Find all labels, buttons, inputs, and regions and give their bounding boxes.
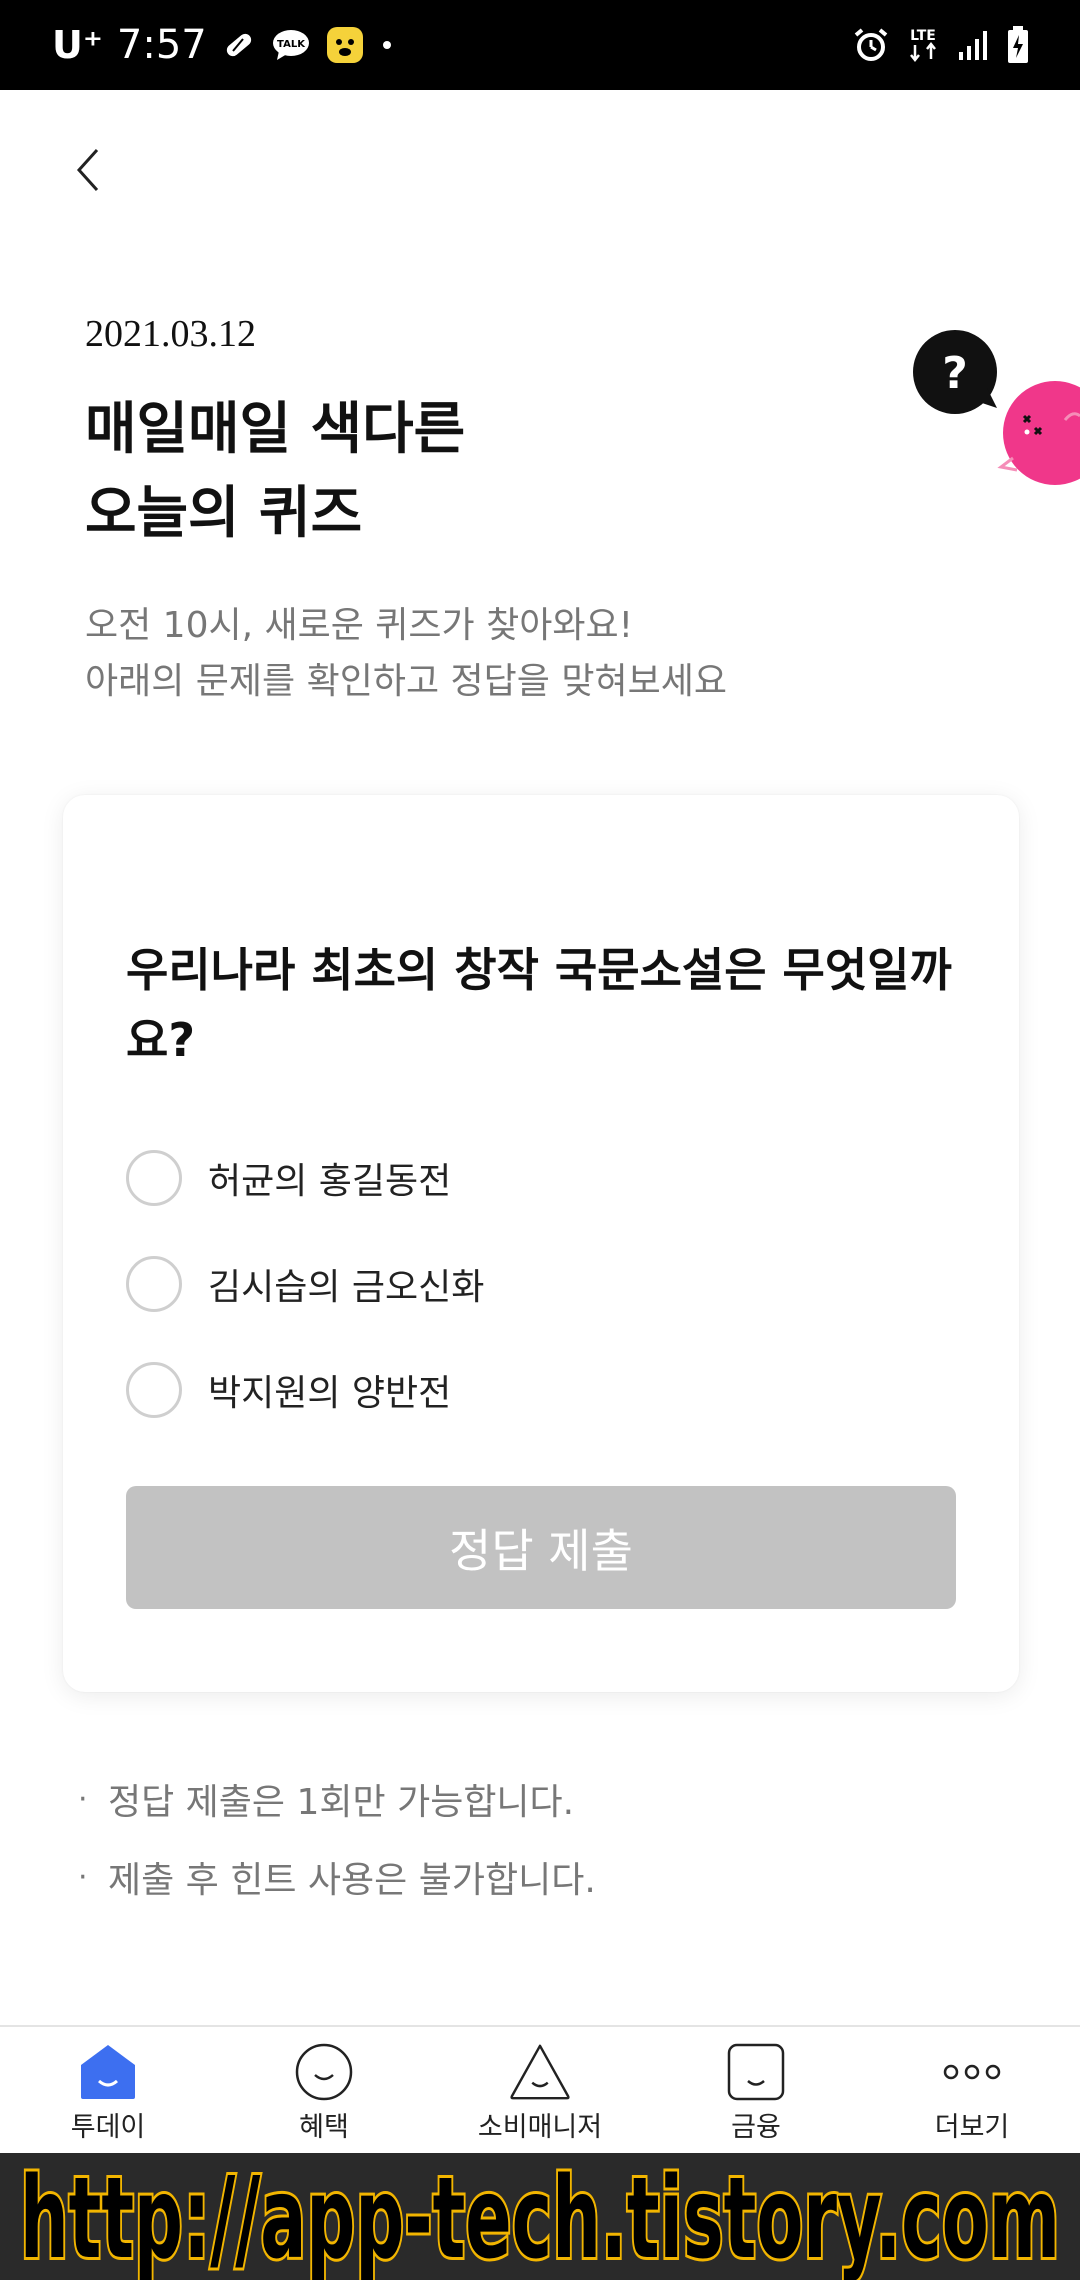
- page-title: 매일매일 색다른 오늘의 퀴즈: [85, 388, 465, 556]
- option-label: 허균의 홍길동전: [208, 1161, 452, 1202]
- nav-item-more[interactable]: 더보기: [864, 2027, 1080, 2155]
- status-bar: U⁺ 7:57 TALK LTE: [0, 0, 1080, 90]
- nav-item-spending-manager[interactable]: 소비매니저: [432, 2027, 648, 2155]
- mascot-illustration: ?: [905, 320, 1080, 500]
- notice-text: 정답 제출은 1회만 가능합니다.: [108, 1782, 575, 1823]
- option-label: 김시습의 금오신화: [208, 1267, 485, 1308]
- talk-icon: TALK: [271, 27, 311, 63]
- subtitle-line: 아래의 문제를 확인하고 정답을 맞혀보세요: [85, 661, 727, 702]
- nav-item-benefits[interactable]: 혜택: [216, 2027, 432, 2155]
- page-subtitle: 오전 10시, 새로운 퀴즈가 찾아와요! 아래의 문제를 확인하고 정답을 맞…: [85, 598, 727, 710]
- quiz-option[interactable]: 허균의 홍길동전: [126, 1146, 451, 1210]
- nav-label: 투데이: [70, 2112, 146, 2143]
- carrier-label: U⁺: [52, 23, 103, 67]
- face-sticker-icon: [325, 25, 365, 65]
- notice-item: · 제출 후 힌트 사용은 불가합니다.: [78, 1838, 596, 1916]
- radio-button[interactable]: [126, 1150, 182, 1206]
- home-icon: [76, 2041, 140, 2103]
- page-title-line: 오늘의 퀴즈: [85, 481, 363, 546]
- bottom-nav: 투데이 혜택 소비매니저 금융 더보기: [0, 2025, 1080, 2155]
- page-title-line: 매일매일 색다른: [85, 397, 466, 462]
- triangle-face-icon: [508, 2041, 572, 2103]
- status-time: 7:57: [116, 22, 207, 68]
- notice-text: 제출 후 힌트 사용은 불가합니다.: [108, 1860, 596, 1901]
- nav-item-finance[interactable]: 금융: [648, 2027, 864, 2155]
- signal-icon: [956, 28, 990, 62]
- bullet-icon: ·: [78, 1781, 88, 1817]
- square-face-icon: [724, 2041, 788, 2103]
- watermark-text: http://app-tech.tistory.com: [20, 2154, 1060, 2280]
- option-label: 박지원의 양반전: [208, 1373, 452, 1414]
- chevron-left-icon: [76, 148, 99, 192]
- radio-button[interactable]: [126, 1362, 182, 1418]
- battery-icon: [1006, 25, 1030, 65]
- more-dots-icon: [940, 2041, 1004, 2103]
- quiz-option[interactable]: 김시습의 금오신화: [126, 1252, 484, 1316]
- network-label: LTE: [910, 28, 936, 44]
- bullet-icon: ·: [78, 1859, 88, 1895]
- nav-label: 금융: [731, 2112, 781, 2143]
- nav-label: 혜택: [299, 2112, 349, 2143]
- back-button[interactable]: [64, 140, 112, 200]
- alarm-icon: [852, 26, 890, 64]
- notification-dot-icon: [379, 37, 395, 53]
- submit-answer-button[interactable]: 정답 제출: [126, 1486, 956, 1609]
- quiz-card: 우리나라 최초의 창작 국문소설은 무엇일까요? 허균의 홍길동전 김시습의 금…: [63, 795, 1019, 1692]
- lte-icon: LTE: [906, 25, 940, 65]
- pink-mascot-icon: [997, 381, 1080, 485]
- pill-icon: [221, 27, 257, 63]
- notice-list: · 정답 제출은 1회만 가능합니다. · 제출 후 힌트 사용은 불가합니다.: [78, 1760, 596, 1916]
- watermark-banner: http://app-tech.tistory.com: [0, 2153, 1080, 2280]
- quiz-date: 2021.03.12: [85, 313, 256, 355]
- nav-item-today[interactable]: 투데이: [0, 2027, 216, 2155]
- notice-item: · 정답 제출은 1회만 가능합니다.: [78, 1760, 596, 1838]
- subtitle-line: 오전 10시, 새로운 퀴즈가 찾아와요!: [85, 605, 634, 646]
- nav-label: 소비매니저: [477, 2112, 603, 2143]
- quiz-question: 우리나라 최초의 창작 국문소설은 무엇일까요?: [126, 943, 952, 1067]
- talk-badge-text: TALK: [277, 39, 306, 50]
- radio-button[interactable]: [126, 1256, 182, 1312]
- question-bubble-icon: ?: [913, 330, 997, 414]
- mascot-bubble-text: ?: [942, 348, 968, 399]
- nav-label: 더보기: [934, 2112, 1010, 2143]
- quiz-option[interactable]: 박지원의 양반전: [126, 1358, 451, 1422]
- smile-circle-icon: [292, 2041, 356, 2103]
